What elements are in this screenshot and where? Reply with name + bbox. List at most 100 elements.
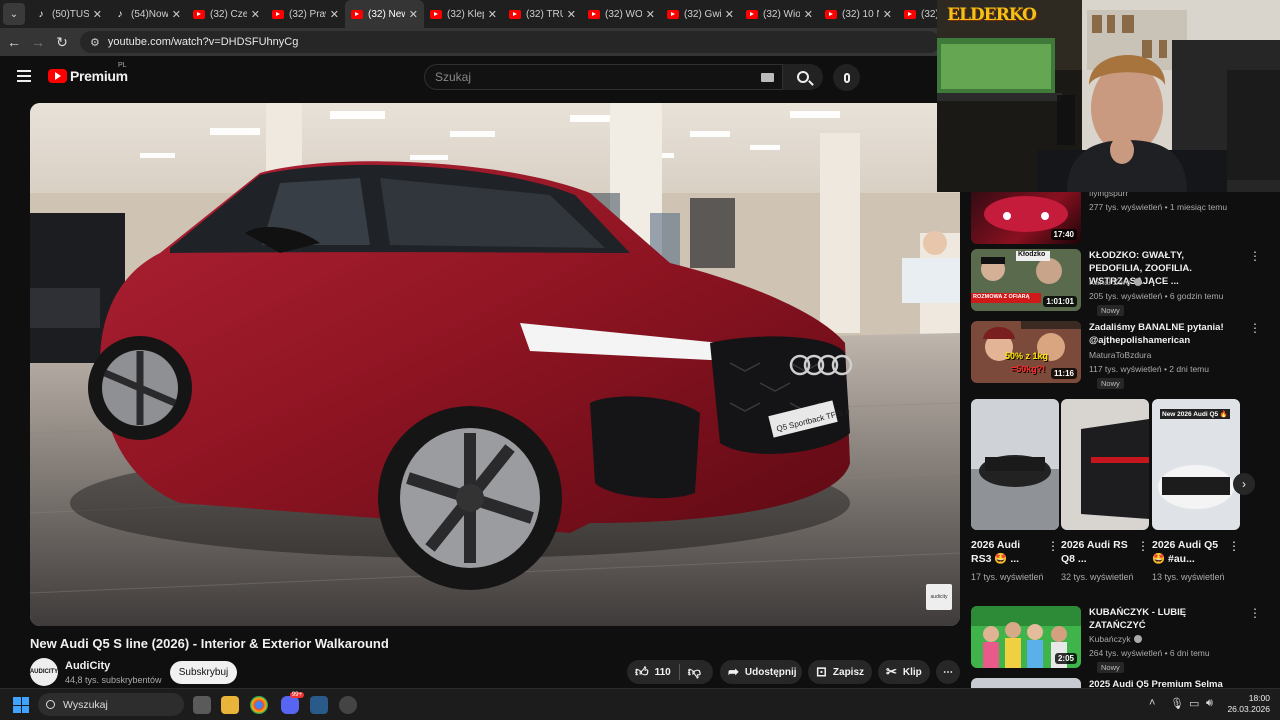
more-options-icon[interactable]: ⋮ — [1249, 321, 1261, 335]
address-bar[interactable]: ⚙ youtube.com/watch?v=DHDSFUhnyCg — [80, 31, 940, 53]
system-clock[interactable]: 18:00 26.03.2026 — [1227, 693, 1270, 715]
browser-tab[interactable]: (32) Prawd ✕ — [266, 0, 345, 28]
close-tab-icon[interactable]: ✕ — [251, 8, 260, 21]
browser-tab[interactable]: (32) Gwia ✕ — [661, 0, 740, 28]
channel-name[interactable]: flyingspurr — [1089, 192, 1128, 198]
discord-icon[interactable]: 99+ — [281, 692, 304, 714]
recommendation-item[interactable]: 17:40 flyingspurr 277 tys. wyświetleń • … — [971, 192, 1261, 244]
tab-search-button[interactable]: ⌄ — [3, 3, 25, 25]
short-thumbnail[interactable] — [971, 399, 1059, 530]
search-input[interactable]: Szukaj — [424, 64, 783, 90]
browser-tab[interactable]: ♪ (54)Now ✕ — [108, 0, 187, 28]
recommendation-item[interactable]: Kłodzko ROZMOWA Z OFIARĄ 1:01:01 KŁODZKO… — [971, 249, 1261, 316]
windows-start-icon[interactable] — [13, 697, 29, 713]
keyboard-icon[interactable] — [761, 73, 774, 82]
dislike-icon[interactable]: 👎︎ — [688, 664, 701, 680]
video-thumbnail[interactable]: 17:40 — [971, 192, 1081, 244]
like-count[interactable]: 110 — [655, 667, 671, 678]
video-title[interactable]: Zadaliśmy BANALNE pytania! @ajthepolisha… — [1089, 321, 1239, 347]
youtube-logo[interactable]: Premium PL — [48, 62, 128, 84]
short-item[interactable]: 2026 Audi RS3 🤩 ... 17 tys. wyświetleń ⋮ — [971, 399, 1059, 584]
short-thumbnail[interactable] — [1061, 399, 1149, 530]
video-thumbnail[interactable] — [971, 678, 1081, 688]
short-title[interactable]: 2026 Audi Q5 🤩 #au... — [1152, 538, 1224, 566]
close-tab-icon[interactable]: ✕ — [409, 8, 418, 21]
video-player[interactable]: Q5 Sportback TFSI e audicity — [30, 103, 960, 626]
like-icon[interactable]: 👍︎ — [635, 664, 649, 680]
close-tab-icon[interactable]: ✕ — [567, 8, 576, 21]
back-button[interactable]: ← — [2, 34, 26, 50]
recommendation-item[interactable]: 2:05 KUBAŃCZYK - LUBIĘ ZATAŃCZYĆ Kubańcz… — [971, 606, 1261, 673]
site-info-icon[interactable]: ⚙ — [90, 36, 100, 49]
windows-taskbar: Wyszukaj 99+ ˄ 🎙︎ ▭ 🔊︎ 18:00 26.03.2026 — [0, 688, 1280, 720]
recommendation-item[interactable]: 2025 Audi Q5 Premium Selma — [971, 678, 1261, 688]
video-title[interactable]: 2025 Audi Q5 Premium Selma — [1089, 678, 1239, 688]
more-options-icon[interactable]: ⋮ — [1249, 249, 1261, 263]
task-view-icon[interactable] — [193, 696, 211, 714]
save-button[interactable]: ⊡ Zapisz — [808, 660, 872, 684]
more-options-icon[interactable]: ⋮ — [1047, 539, 1059, 553]
channel-avatar[interactable]: AUDICITY — [30, 658, 58, 686]
browser-tab[interactable]: (32) Wio ✕ — [740, 0, 819, 28]
video-thumbnail[interactable]: Kłodzko ROZMOWA Z OFIARĄ 1:01:01 — [971, 249, 1081, 311]
close-tab-icon[interactable]: ✕ — [172, 8, 181, 21]
browser-tab[interactable]: (32) Czem ✕ — [187, 0, 266, 28]
share-button[interactable]: ➦ Udostępnij — [720, 660, 802, 684]
close-tab-icon[interactable]: ✕ — [646, 8, 655, 21]
file-explorer-icon[interactable] — [221, 696, 239, 714]
browser-tab[interactable]: (32) 10 N ✕ — [819, 0, 898, 28]
close-tab-icon[interactable]: ✕ — [883, 8, 892, 21]
close-tab-icon[interactable]: ✕ — [488, 8, 497, 21]
microphone-tray-icon[interactable]: 🎙︎ — [1170, 697, 1184, 710]
close-tab-icon[interactable]: ✕ — [804, 8, 813, 21]
reload-button[interactable]: ↻ — [50, 34, 74, 51]
more-actions-button[interactable]: ⋯ — [936, 660, 960, 684]
more-options-icon[interactable]: ⋮ — [1249, 606, 1261, 620]
forward-button[interactable]: → — [26, 34, 50, 50]
short-thumbnail[interactable]: New 2026 Audi Q5 🔥 — [1152, 399, 1240, 530]
voice-search-button[interactable] — [833, 64, 860, 91]
video-title[interactable]: KUBAŃCZYK - LUBIĘ ZATAŃCZYĆ — [1089, 606, 1239, 632]
obs-icon[interactable] — [339, 696, 357, 714]
channel-name[interactable]: Kanał Zero — [1089, 277, 1142, 287]
channel-name[interactable]: MaturaToBzdura — [1089, 350, 1151, 360]
shorts-shelf: 2026 Audi RS3 🤩 ... 17 tys. wyświetleń ⋮… — [971, 399, 1255, 594]
monitor-icon[interactable]: ▭ — [1189, 697, 1199, 710]
thumbnail-caption: Kłodzko — [1018, 251, 1046, 258]
subscribe-button[interactable]: Subskrybuj — [170, 661, 237, 684]
close-tab-icon[interactable]: ✕ — [330, 8, 339, 21]
channel-name[interactable]: Kubańczyk — [1089, 634, 1142, 644]
youtube-icon — [193, 9, 205, 19]
close-tab-icon[interactable]: ✕ — [93, 8, 102, 21]
clip-button[interactable]: ✂ Klip — [878, 660, 930, 684]
more-options-icon[interactable]: ⋮ — [1137, 539, 1149, 553]
browser-tab[interactable]: (32) New ✕ — [345, 0, 424, 28]
menu-icon[interactable] — [17, 70, 31, 82]
browser-tab[interactable]: ♪ (50)TUS2 ✕ — [29, 0, 108, 28]
channel-watermark[interactable]: audicity — [926, 584, 952, 610]
thumbnail-banner: ROZMOWA Z OFIARĄ — [973, 294, 1030, 300]
share-icon: ➦ — [728, 664, 739, 679]
volume-icon[interactable]: 🔊︎ — [1206, 697, 1213, 710]
taskbar-search[interactable]: Wyszukaj — [38, 693, 184, 716]
short-item[interactable]: 2026 Audi RS Q8 ... 32 tys. wyświetleń ⋮ — [1061, 399, 1149, 584]
browser-tab[interactable]: (32) TRU ✕ — [503, 0, 582, 28]
recommendation-item[interactable]: 50% z 1kg =50kg?! 11:16 Zadaliśmy BANALN… — [971, 321, 1261, 389]
short-title[interactable]: 2026 Audi RS3 🤩 ... — [971, 538, 1043, 566]
short-title[interactable]: 2026 Audi RS Q8 ... — [1061, 538, 1133, 566]
more-options-icon[interactable]: ⋮ — [1228, 539, 1240, 553]
app-icon[interactable] — [310, 696, 328, 714]
watermark-text: audicity — [930, 594, 948, 600]
video-thumbnail[interactable]: 2:05 — [971, 606, 1081, 668]
chevron-up-icon[interactable]: ˄ — [1149, 697, 1155, 709]
short-item[interactable]: New 2026 Audi Q5 🔥 2026 Audi Q5 🤩 #au...… — [1152, 399, 1240, 584]
browser-tab[interactable]: (32) Klep ✕ — [424, 0, 503, 28]
close-tab-icon[interactable]: ✕ — [725, 8, 734, 21]
video-thumbnail[interactable]: 50% z 1kg =50kg?! 11:16 — [971, 321, 1081, 383]
shorts-next-button[interactable]: › — [1233, 473, 1255, 495]
chrome-icon[interactable] — [250, 696, 268, 714]
search-button[interactable] — [783, 64, 823, 90]
search-placeholder: Szukaj — [435, 70, 472, 84]
browser-tab[interactable]: (32) WOJ ✕ — [582, 0, 661, 28]
channel-name[interactable]: AudiCity — [65, 660, 110, 672]
